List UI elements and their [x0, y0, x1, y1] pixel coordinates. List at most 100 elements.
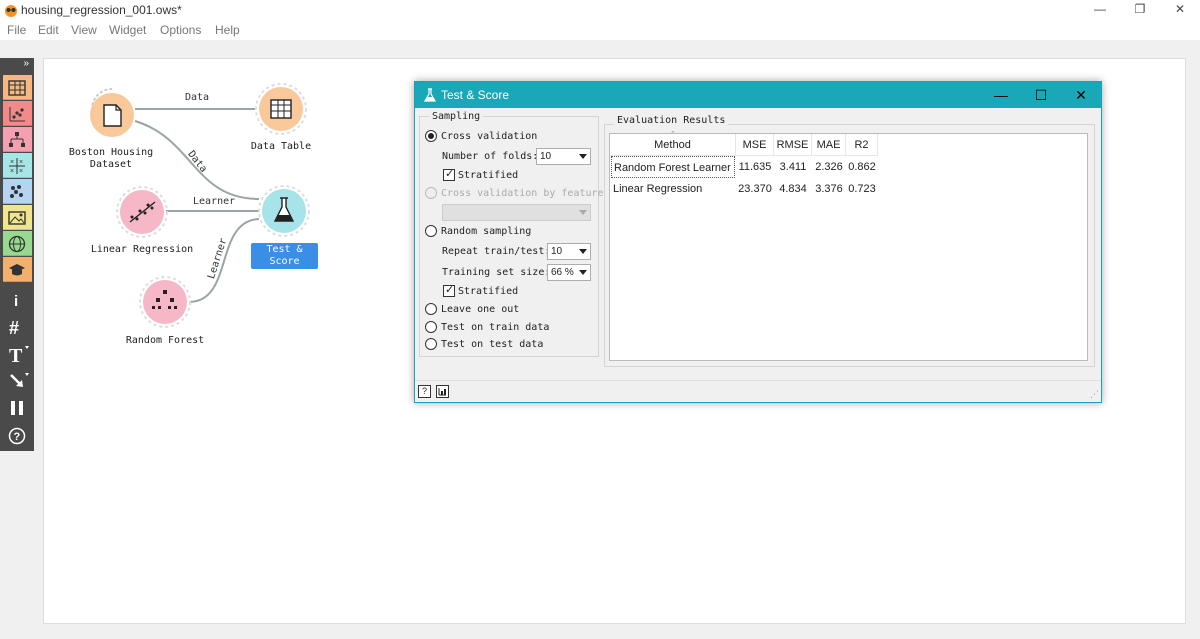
sort-indicator-icon: ⌃ [670, 131, 676, 138]
column-header-mse[interactable]: MSE [736, 134, 774, 156]
tree-icon [9, 132, 25, 147]
category-educational[interactable] [3, 257, 32, 282]
cv-by-feature-radio[interactable] [425, 187, 437, 199]
test-on-train-radio[interactable] [425, 321, 437, 333]
category-unsupervised[interactable] [3, 179, 32, 204]
feature-combobox[interactable] [442, 204, 591, 221]
folds-label: Number of folds: [442, 151, 539, 162]
sampling-group-title: Sampling [429, 111, 484, 122]
cluster-icon [10, 185, 23, 198]
train-size-combobox[interactable]: 66 % [547, 264, 591, 281]
info-tool[interactable]: i [3, 287, 32, 312]
chevron-down-icon [579, 249, 587, 254]
leave-one-out-radio[interactable] [425, 303, 437, 315]
repeat-combobox[interactable]: 10 [547, 243, 591, 260]
widget-toolbar: » × × × × i # T ? [0, 58, 34, 451]
minimize-button[interactable]: — [1090, 2, 1110, 18]
cell-method: Linear Regression [613, 183, 703, 195]
menu-view[interactable]: View [71, 23, 97, 37]
stratified-checkbox-1[interactable] [443, 167, 455, 181]
svg-text:×: × [10, 168, 14, 175]
menu-options[interactable]: Options [160, 23, 201, 37]
folds-value: 10 [540, 151, 552, 162]
cv-by-feature-label: Cross validation by feature [441, 188, 604, 199]
grid-x-icon: × × × × [9, 158, 25, 175]
info-icon: i [14, 293, 18, 309]
test-score-title: Test & Score [441, 88, 510, 102]
flask-icon [424, 88, 436, 102]
svg-text:i: i [14, 293, 18, 309]
node-data-table[interactable] [255, 83, 307, 135]
restore-button[interactable]: ❐ [1130, 2, 1150, 18]
column-header-rmse[interactable]: RMSE [774, 134, 812, 156]
resize-grip-icon[interactable]: ⋰ [1090, 389, 1099, 400]
cell-mae: 2.326 [815, 161, 843, 173]
svg-text:#: # [9, 318, 19, 336]
category-visualize[interactable] [3, 101, 32, 126]
random-sampling-radio[interactable] [425, 225, 437, 237]
node-random-forest[interactable] [139, 276, 191, 328]
test-on-test-radio[interactable] [425, 338, 437, 350]
train-size-value: 66 % [551, 267, 574, 278]
cell-method: Random Forest Learner [611, 156, 735, 178]
report-button[interactable] [436, 385, 449, 398]
repeat-value: 10 [551, 246, 563, 257]
tsw-maximize-button[interactable]: ☐ [1032, 86, 1050, 104]
tsw-close-button[interactable]: ✕ [1072, 86, 1090, 104]
stratified-checkbox-2[interactable] [443, 283, 455, 297]
image-icon [8, 211, 26, 225]
graduation-cap-icon [9, 264, 25, 276]
text-icon: T [9, 345, 29, 363]
cell-mse: 11.635 [738, 161, 772, 173]
node-label-linear-regression: Linear Regression [90, 244, 194, 255]
cross-validation-radio[interactable] [425, 130, 437, 142]
test-score-window: Test & Score — ☐ ✕ Sampling Cross valida… [414, 81, 1102, 403]
repeat-label: Repeat train/test: [442, 246, 551, 257]
test-score-titlebar[interactable]: Test & Score — ☐ ✕ [415, 82, 1101, 108]
svg-text:?: ? [14, 431, 21, 443]
category-evaluate[interactable]: × × × × [3, 153, 32, 178]
chevron-down-icon [579, 210, 587, 215]
cell-mae: 3.376 [815, 183, 843, 195]
help-button[interactable]: ? [418, 385, 431, 398]
scatter-icon [9, 107, 25, 122]
link-label-learner-1: Learner [193, 196, 236, 207]
tsw-minimize-button[interactable]: — [992, 86, 1010, 104]
category-geo[interactable] [3, 231, 32, 256]
pause-tool[interactable] [3, 395, 32, 420]
help-tool[interactable]: ? [3, 423, 32, 448]
category-model[interactable] [3, 127, 32, 152]
close-button[interactable]: ✕ [1170, 2, 1190, 18]
stratified-label-2: Stratified [458, 286, 519, 297]
node-linear-regression[interactable] [116, 186, 168, 238]
category-image-analytics[interactable] [3, 205, 32, 230]
grid-tool[interactable]: # [3, 314, 32, 339]
globe-icon [8, 235, 26, 253]
random-sampling-label: Random sampling [441, 226, 532, 237]
leave-one-out-label: Leave one out [441, 304, 520, 315]
test-on-test-label: Test on test data [441, 339, 544, 350]
menu-bar: File Edit View Widget Options Help [0, 20, 1200, 40]
arrow-tool[interactable] [3, 368, 32, 393]
report-icon [438, 388, 446, 396]
results-table[interactable]: Method MSE RMSE MAE R2 ⌃ Random Forest L… [609, 131, 1088, 361]
text-tool[interactable]: T [3, 341, 32, 366]
menu-edit[interactable]: Edit [38, 23, 59, 37]
column-header-mae[interactable]: MAE [812, 134, 846, 156]
title-bar: housing_regression_001.ows* — ❐ ✕ [0, 0, 1200, 20]
menu-widget[interactable]: Widget [109, 23, 146, 37]
node-boston-housing[interactable] [90, 88, 134, 137]
column-header-r2[interactable]: R2 [846, 134, 878, 156]
category-data[interactable] [3, 75, 32, 100]
toolbar-collapse-button[interactable]: » [0, 58, 34, 74]
svg-text:×: × [10, 159, 14, 166]
stratified-label-1: Stratified [458, 170, 519, 181]
menu-file[interactable]: File [7, 23, 26, 37]
svg-text:×: × [19, 168, 23, 175]
node-test-score[interactable] [258, 185, 310, 237]
folds-combobox[interactable]: 10 [536, 148, 591, 165]
arrow-icon [10, 373, 29, 387]
cell-rmse: 3.411 [779, 161, 807, 173]
menu-help[interactable]: Help [215, 23, 240, 37]
node-label-test-score: Test & Score [251, 243, 318, 269]
